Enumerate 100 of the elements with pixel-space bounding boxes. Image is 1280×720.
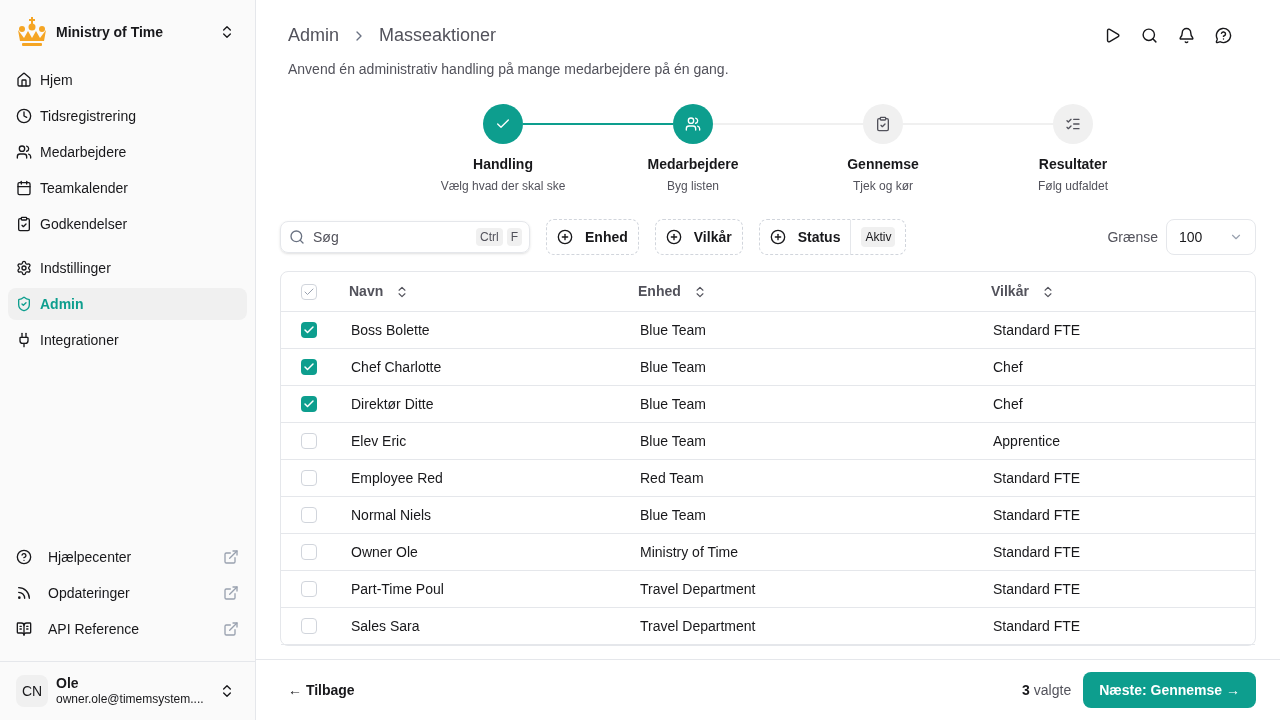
external-link[interactable]: API Reference: [8, 613, 247, 645]
check-icon: [303, 398, 315, 410]
table-cell-text: Part-Time Poul: [350, 579, 445, 599]
checkbox[interactable]: [301, 544, 317, 560]
checkbox[interactable]: [301, 618, 317, 634]
selected-label: valgte: [1033, 680, 1072, 700]
checkbox[interactable]: [301, 507, 317, 523]
table-cell-text: Ministry of Time: [639, 542, 739, 562]
table-cell-text: Chef: [992, 394, 1024, 414]
step-caption: Byg listen: [667, 178, 719, 195]
table-cell-text: Elev Eric: [350, 431, 408, 451]
external-link-icon: [223, 621, 239, 637]
checkbox[interactable]: [301, 396, 317, 412]
table-cell-text: Blue Team: [639, 357, 707, 377]
organization-name: Ministry of Time: [56, 22, 165, 42]
checkbox[interactable]: [301, 322, 317, 338]
list-checks-icon: [1065, 116, 1081, 132]
table-cell-text: Chef: [992, 357, 1024, 377]
step-caption: Vælg hvad der skal ske: [440, 178, 566, 195]
search-icon[interactable]: [1141, 27, 1158, 44]
nav-item[interactable]: Indstillinger: [8, 252, 247, 284]
table-cell-text: Standard FTE: [992, 542, 1082, 562]
table-cell-text: Standard FTE: [992, 468, 1082, 488]
step-title: Resultater: [1038, 155, 1108, 174]
table-cell-text: Standard FTE: [992, 320, 1082, 340]
nav-item[interactable]: Godkendelser: [8, 208, 247, 240]
plus-circle-icon: [557, 229, 573, 245]
breadcrumb-item[interactable]: Admin: [288, 22, 340, 49]
house-icon: [16, 72, 32, 88]
limit-select[interactable]: 100: [1166, 219, 1256, 255]
clock-icon: [16, 108, 32, 124]
key-hint: Ctrl: [476, 228, 503, 246]
step-title: Medarbejdere: [647, 155, 739, 174]
step-caption: Tjek og kør: [853, 178, 913, 195]
step-title: Gennemse: [847, 155, 919, 174]
plus-circle-icon: [665, 229, 682, 245]
filter-chip[interactable]: Vilkår: [654, 219, 743, 255]
filter-chip[interactable]: Status Aktiv: [758, 219, 907, 255]
key-hint: F: [506, 228, 522, 246]
filter-chip[interactable]: Enhed: [546, 219, 639, 255]
checkbox[interactable]: [301, 359, 317, 375]
column-header[interactable]: Enhed: [626, 281, 979, 302]
clipboard-check-icon: [16, 216, 32, 232]
step-caption: Følg udfaldet: [1037, 178, 1108, 195]
nav-item[interactable]: Tidsregistrering: [8, 100, 247, 132]
table-cell-text: Chef Charlotte: [350, 357, 443, 377]
table-cell-text: Standard FTE: [992, 616, 1082, 636]
shield-check-icon: [16, 296, 32, 312]
table-cell-text: Blue Team: [639, 431, 707, 451]
nav-item[interactable]: Teamkalender: [8, 172, 247, 204]
step-title: Handling: [473, 155, 533, 174]
back-button[interactable]: ← Tilbage: [288, 679, 355, 701]
column-header[interactable]: Navn: [337, 281, 626, 302]
user-name: Ole: [56, 674, 80, 693]
checkbox[interactable]: [301, 581, 317, 597]
clipboard-check-icon: [875, 116, 891, 132]
avatar: CN: [16, 675, 48, 707]
filter-value-badge: Aktiv: [861, 227, 896, 247]
filter-label: Status: [797, 227, 841, 247]
table-cell-text: Direktør Ditte: [350, 394, 435, 414]
table-cell-text: Travel Department: [639, 579, 757, 599]
external-link-icon: [223, 585, 239, 601]
column-header[interactable]: Vilkår: [979, 281, 1255, 302]
rss-icon: [16, 585, 32, 601]
table-cell-text: Travel Department: [639, 616, 757, 636]
search-icon: [289, 229, 305, 245]
table-cell-text: Blue Team: [639, 394, 707, 414]
nav-item[interactable]: Integrationer: [8, 324, 247, 356]
filter-label: Vilkår: [693, 227, 732, 247]
external-link-icon: [223, 549, 239, 565]
selected-count: 3: [1022, 680, 1030, 700]
limit-label: Grænse: [1107, 227, 1158, 247]
gear-icon: [16, 260, 32, 276]
nav-item[interactable]: Hjem: [8, 64, 247, 96]
help-icon: [16, 549, 32, 565]
crown-logo-icon: [16, 17, 48, 47]
calendar-icon: [16, 180, 32, 196]
breadcrumb-item: Masseaktioner: [379, 24, 497, 47]
users-icon: [685, 116, 701, 132]
user-email: owner.ole@timemsystem....: [56, 692, 205, 708]
select-all-checkbox[interactable]: [301, 283, 317, 300]
filter-label: Enhed: [585, 227, 628, 247]
table-cell-text: Standard FTE: [992, 579, 1082, 599]
help-icon[interactable]: [1215, 27, 1232, 44]
nav-item[interactable]: Medarbejdere: [8, 136, 247, 168]
check-icon: [303, 361, 315, 373]
table-cell-text: Boss Bolette: [350, 320, 431, 340]
table-cell-text: Standard FTE: [992, 505, 1082, 525]
external-link[interactable]: Opdateringer: [8, 577, 247, 609]
table-cell-text: Owner Ole: [350, 542, 419, 562]
table-cell-text: Apprentice: [992, 431, 1061, 451]
bell-icon[interactable]: [1178, 27, 1195, 44]
checkbox[interactable]: [301, 470, 317, 486]
checkbox[interactable]: [301, 433, 317, 449]
table-cell-text: Red Team: [639, 468, 705, 488]
play-icon[interactable]: [1104, 27, 1121, 44]
external-link[interactable]: Hjælpecenter: [8, 541, 247, 573]
page-subtitle: Anvend én administrativ handling på mange medarbejdere på én gang.: [287, 60, 730, 79]
table-cell-text: Blue Team: [639, 320, 707, 340]
book-icon: [16, 621, 32, 637]
